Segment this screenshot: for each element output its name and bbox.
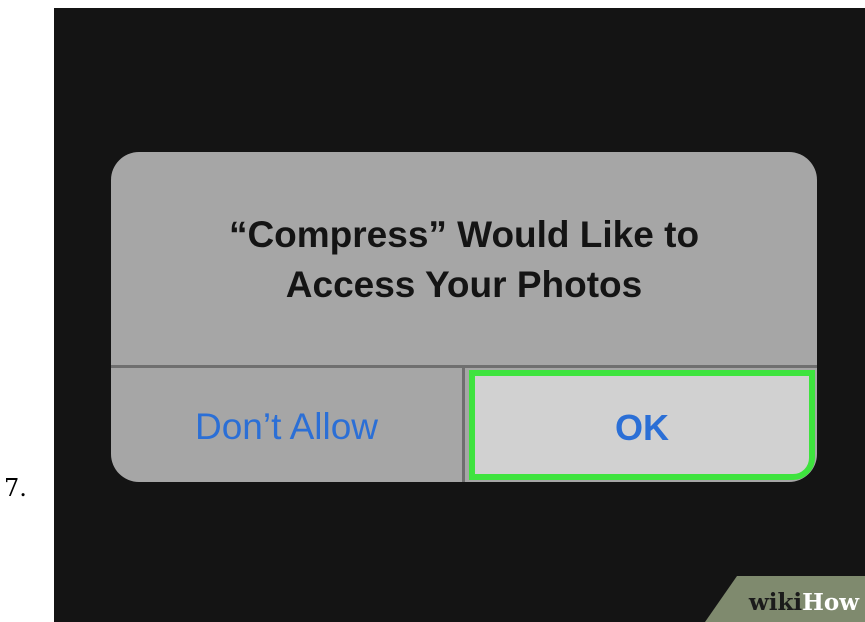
step-number: 7. <box>4 474 27 502</box>
alert-divider-vertical <box>462 368 465 482</box>
alert-title-line-1: “Compress” Would Like to <box>228 214 700 255</box>
dont-allow-button[interactable]: Don’t Allow <box>111 368 462 482</box>
alert-title-line-2: Access Your Photos <box>285 264 643 305</box>
wikihow-watermark: wikiHow <box>705 576 865 622</box>
ok-button[interactable]: OK <box>469 370 815 480</box>
permission-alert: “Compress” Would Like to Access Your Pho… <box>111 152 817 482</box>
watermark-how: How <box>802 589 859 616</box>
page: 7. “Compress” Would Like to Access Your … <box>0 0 865 622</box>
phone-screen: “Compress” Would Like to Access Your Pho… <box>54 8 865 622</box>
watermark-logo: wikiHow <box>749 589 859 616</box>
alert-title: “Compress” Would Like to Access Your Pho… <box>131 210 797 310</box>
watermark-wiki: wiki <box>748 589 803 616</box>
